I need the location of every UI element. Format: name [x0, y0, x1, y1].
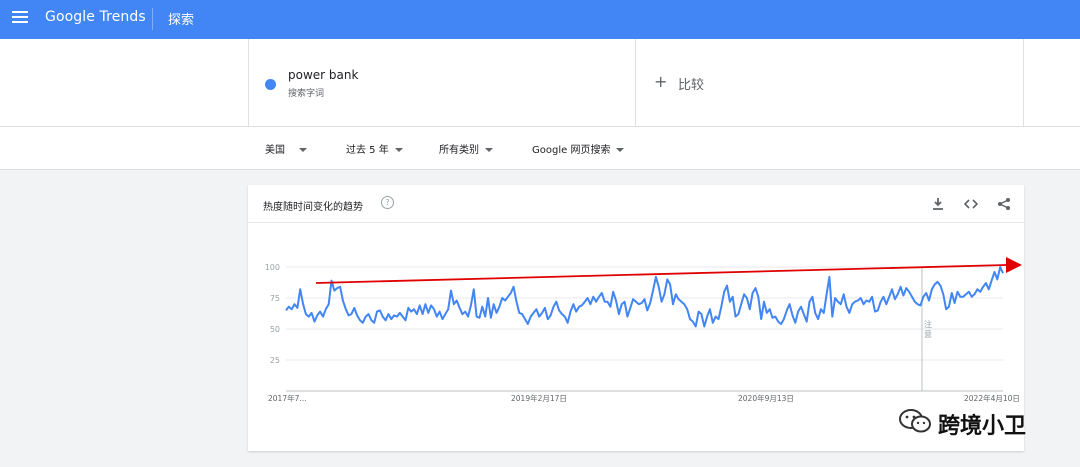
compare-label: 比较	[678, 78, 705, 93]
page-title: 探索	[168, 13, 195, 28]
search-term-row: power bank 搜索字词 + 比较	[0, 39, 1080, 127]
x-tick-label: 2019年2月17日	[511, 393, 567, 403]
region-filter[interactable]: 美国	[265, 141, 307, 156]
search-type-filter[interactable]: Google 网页搜索	[532, 141, 625, 156]
brand-google: Google	[45, 9, 95, 25]
time-range-filter[interactable]: 过去 5 年	[346, 141, 403, 156]
trend-arrow-line	[315, 264, 1007, 284]
term-type: 搜索字词	[288, 89, 325, 99]
chevron-down-icon	[394, 148, 403, 152]
header-divider	[152, 8, 153, 30]
y-tick-label: 100	[265, 263, 280, 272]
wechat-watermark: 跨境小卫	[898, 402, 1058, 442]
x-tick-label: 2017年7...	[268, 393, 307, 403]
x-tick-label: 2020年9月13日	[738, 393, 794, 403]
watermark-text: 跨境小卫	[938, 414, 1027, 439]
chevron-down-icon	[299, 148, 307, 152]
compare-button[interactable]: + 比较	[636, 39, 1024, 126]
wechat-logo-icon	[899, 409, 931, 433]
annotation-label: 注	[924, 319, 932, 329]
brand-trends: Trends	[99, 9, 146, 25]
chevron-down-icon	[616, 148, 625, 152]
chevron-down-icon	[485, 148, 493, 152]
time-range-filter-label: 过去 5 年	[346, 145, 389, 156]
y-tick-label: 50	[270, 325, 280, 334]
trend-arrow-head	[1006, 257, 1022, 273]
term-color-dot	[265, 79, 276, 90]
y-tick-label: 75	[270, 294, 280, 303]
top-app-bar: Google Trends 探索	[0, 0, 1080, 39]
y-tick-label: 25	[270, 356, 280, 365]
menu-icon[interactable]	[12, 11, 28, 27]
term-name[interactable]: power bank	[288, 68, 358, 82]
search-term-card[interactable]: power bank 搜索字词	[248, 39, 636, 126]
category-filter[interactable]: 所有类别	[439, 141, 493, 156]
plus-icon: +	[654, 72, 668, 91]
annotation-label: 意	[924, 329, 932, 339]
google-trends-logo[interactable]: Google Trends	[45, 9, 146, 25]
filter-bar: 美国 过去 5 年 所有类别 Google 网页搜索	[0, 127, 1080, 170]
category-filter-label: 所有类别	[439, 145, 479, 156]
series-line	[285, 266, 1004, 328]
region-filter-label: 美国	[265, 145, 285, 156]
search-type-filter-label: Google 网页搜索	[532, 145, 611, 156]
